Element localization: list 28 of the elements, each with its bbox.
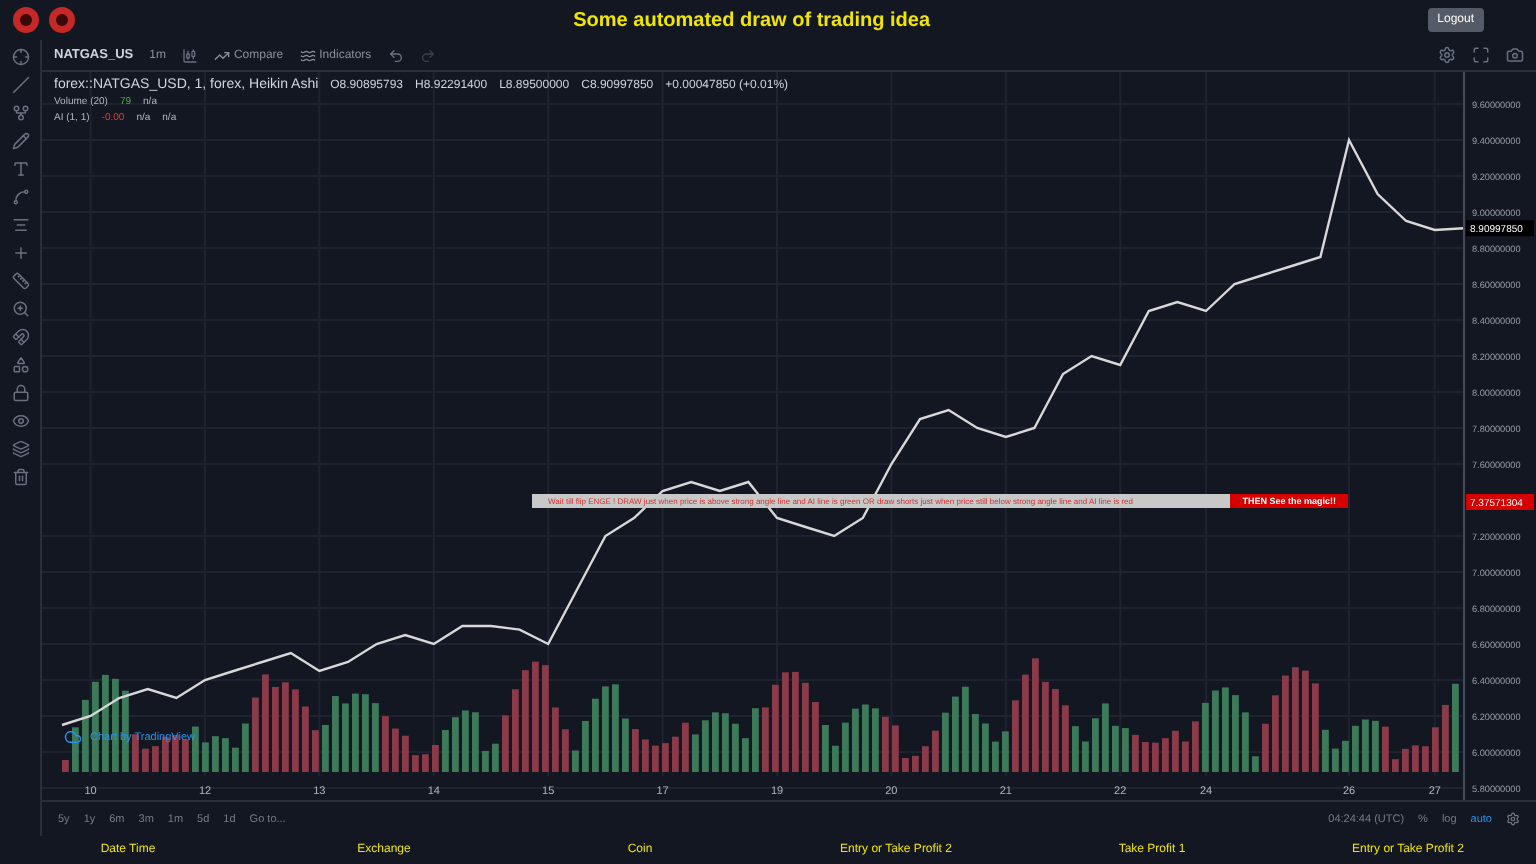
waves-icon: [299, 47, 316, 64]
trend-icon: [213, 47, 230, 64]
cloud-icon[interactable]: [64, 728, 82, 747]
undo-icon[interactable]: [387, 47, 404, 64]
settings-icon[interactable]: [1438, 46, 1456, 65]
magnet-icon[interactable]: [11, 328, 29, 346]
ruler-icon[interactable]: [11, 272, 29, 290]
eye-icon[interactable]: [11, 412, 29, 430]
candles-icon[interactable]: [181, 47, 198, 64]
logo-icon[interactable]: [12, 6, 40, 34]
trash-icon[interactable]: [11, 468, 29, 486]
page-title: Some automated draw of trading idea: [571, 9, 933, 31]
pattern-icon[interactable]: [11, 188, 29, 206]
settings-icon[interactable]: [1506, 812, 1520, 827]
layers-icon[interactable]: [11, 440, 29, 458]
shapes-icon[interactable]: [11, 356, 29, 374]
text-icon[interactable]: [11, 160, 29, 178]
lock-icon[interactable]: [11, 384, 29, 402]
line-icon[interactable]: [11, 76, 29, 94]
fullscreen-icon[interactable]: [1472, 46, 1490, 65]
pencil-icon[interactable]: [11, 132, 29, 150]
fork-icon[interactable]: [11, 104, 29, 122]
plus-icon[interactable]: [11, 244, 29, 262]
ruler-lines-icon[interactable]: [11, 216, 29, 234]
zoom-icon[interactable]: [11, 300, 29, 318]
camera-icon[interactable]: [1506, 46, 1524, 65]
logo-icon[interactable]: [48, 6, 76, 34]
crosshair-icon[interactable]: [11, 48, 29, 66]
